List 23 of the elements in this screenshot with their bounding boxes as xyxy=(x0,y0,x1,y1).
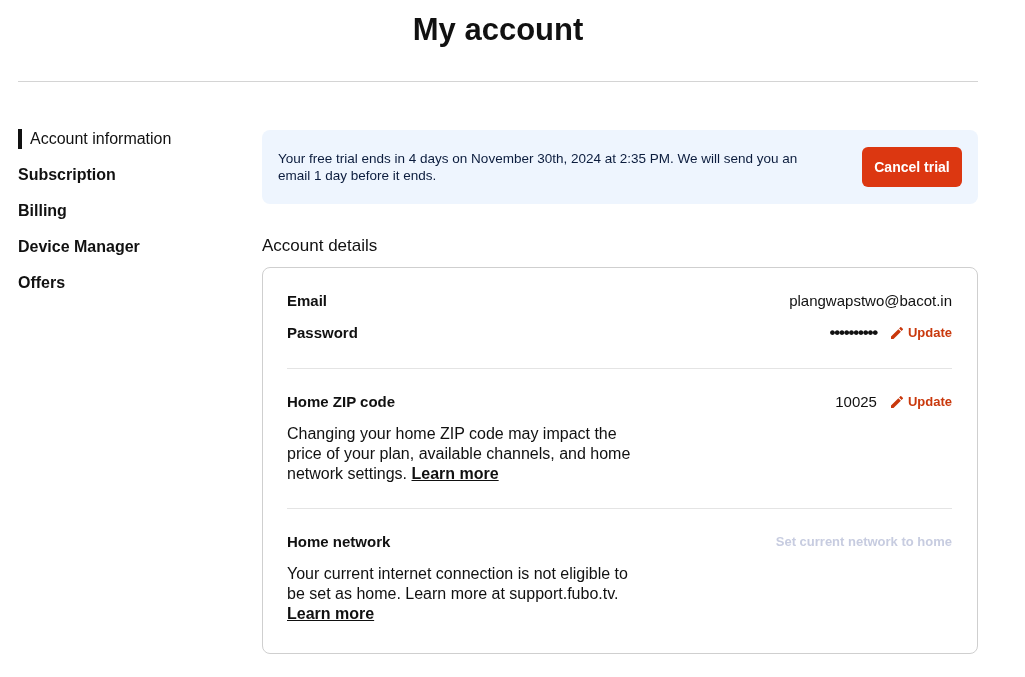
learn-more-link[interactable]: Learn more xyxy=(287,605,375,622)
field-label: Home ZIP code xyxy=(287,392,396,412)
field-label: Password xyxy=(287,323,358,343)
sidebar-item[interactable]: Offers xyxy=(18,271,66,295)
update-link[interactable]: Update xyxy=(890,393,952,411)
pencil-icon xyxy=(890,396,903,408)
page-title: My account xyxy=(411,11,585,49)
update-link[interactable]: Update xyxy=(890,324,952,342)
pencil-icon xyxy=(890,327,903,339)
sidebar-item[interactable]: Device Manager xyxy=(18,235,140,259)
cancel-trial-button[interactable]: Cancel trial xyxy=(862,147,962,187)
field-value: plangwapstwo@bacot.in xyxy=(789,291,952,311)
masked-password: •••••••••• xyxy=(829,322,877,344)
section-heading: Account details xyxy=(262,235,379,257)
field-value: 10025 xyxy=(835,392,877,412)
sidebar-item[interactable]: Account information xyxy=(18,129,172,149)
sidebar-item[interactable]: Billing xyxy=(18,199,67,223)
trial-message: Your free trial ends in 4 days on November 30th, 2024 at 2:35 PM. We will send you an email 1 day before it ends. xyxy=(278,150,799,184)
section-description: Changing your home ZIP code may impact the price of your plan, available channels, and home network settings. Learn more xyxy=(287,424,632,484)
field-label: Email xyxy=(287,291,328,311)
section-description: Your current internet connection is not eligible to be set as home. Learn more at support.fubo.tv. Learn more xyxy=(287,564,629,624)
sidebar-item[interactable]: Subscription xyxy=(18,163,116,187)
learn-more-link[interactable]: Learn more xyxy=(411,465,499,482)
